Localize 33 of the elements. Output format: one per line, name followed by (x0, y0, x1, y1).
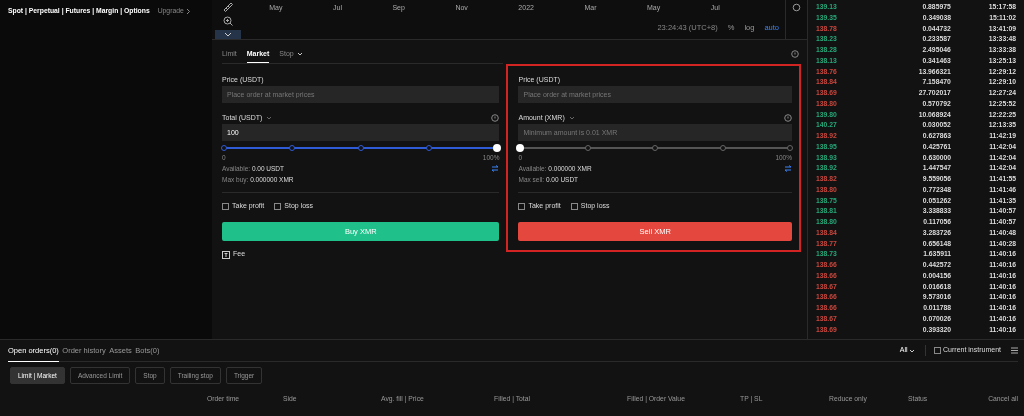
slider[interactable] (224, 144, 498, 152)
caret-icon (568, 116, 575, 120)
chevron-right-icon (185, 7, 191, 15)
info-icon[interactable] (791, 50, 799, 58)
slider-step-dot[interactable] (787, 145, 793, 151)
settings-icon[interactable] (792, 3, 801, 12)
fee-icon (222, 250, 230, 259)
slider-step-dot[interactable] (357, 145, 364, 151)
slider-step-dot[interactable] (719, 145, 726, 151)
swap-icon[interactable] (784, 164, 792, 172)
slider-thumb[interactable] (493, 144, 502, 152)
ruler-icon[interactable] (223, 2, 233, 12)
checkbox[interactable] (274, 202, 282, 210)
slider-step-dot[interactable] (584, 145, 591, 151)
info-icon[interactable] (784, 114, 792, 122)
slider-step-dot[interactable] (289, 145, 296, 151)
slider-thumb[interactable] (516, 144, 525, 152)
caret-icon (266, 116, 273, 120)
slider-step-dot[interactable] (652, 145, 659, 151)
slider-step-dot[interactable] (221, 145, 227, 151)
slider-step-dot[interactable] (426, 145, 433, 151)
collapse-button[interactable] (215, 30, 241, 39)
checkbox[interactable] (222, 202, 229, 210)
checkbox[interactable] (570, 202, 578, 210)
checkbox[interactable] (518, 202, 526, 210)
menu-icon[interactable] (1011, 347, 1018, 354)
caret-icon (296, 52, 303, 56)
caret-icon (909, 348, 916, 353)
chevron-down-icon (224, 32, 232, 37)
info-icon[interactable] (491, 114, 500, 122)
zoom-in-icon[interactable] (223, 16, 233, 26)
swap-icon[interactable] (491, 164, 500, 172)
checkbox[interactable] (934, 347, 942, 354)
